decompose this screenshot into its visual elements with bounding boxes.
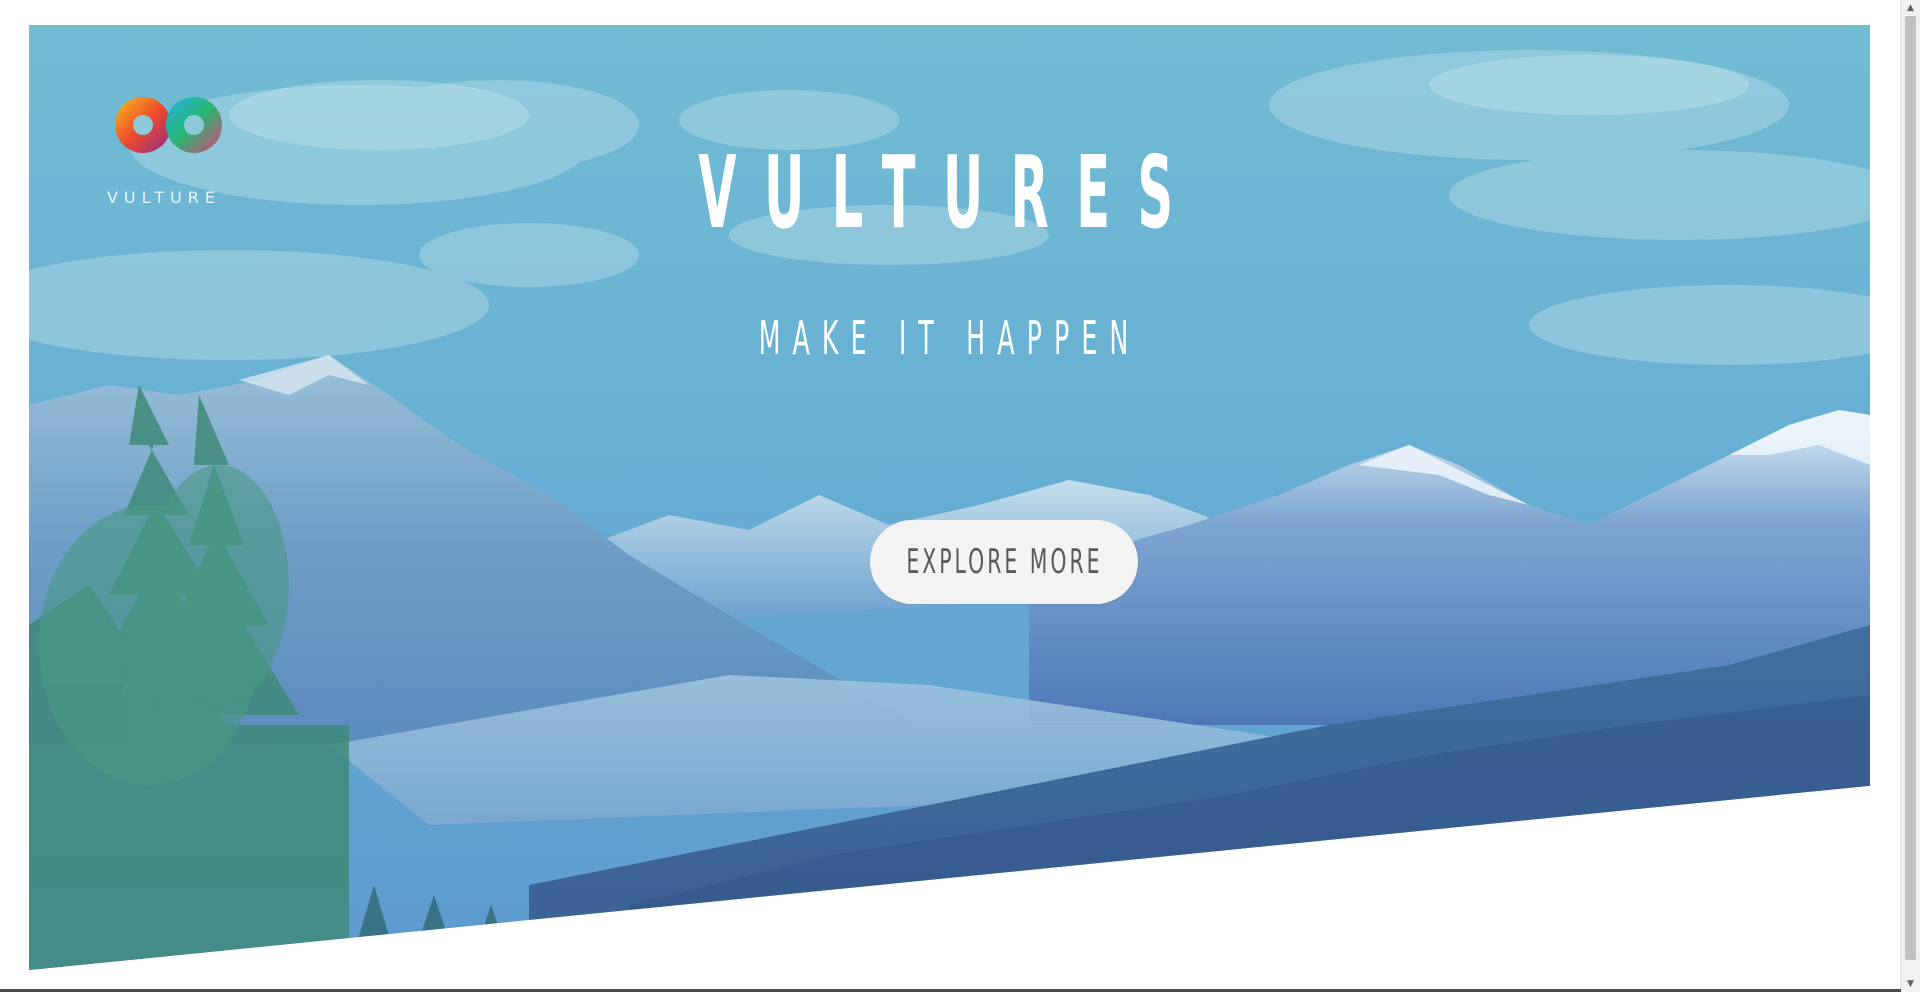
explore-more-label: EXPLORE MORE xyxy=(905,542,1103,582)
chevron-up-icon[interactable]: ▲ xyxy=(1901,0,1920,16)
brand-logo[interactable]: VULTURE xyxy=(99,90,229,210)
infinity-logo-icon xyxy=(115,97,222,153)
chevron-down-icon[interactable]: ▼ xyxy=(1901,976,1920,992)
hero-section: VULTURE VULTURES MAKE IT HAPPEN EXPLORE … xyxy=(29,25,1870,970)
brand-name: VULTURE xyxy=(106,188,222,207)
hero-subtitle: MAKE IT HAPPEN xyxy=(758,311,1141,365)
hero-title: VULTURES xyxy=(698,134,1201,251)
landing-page: VULTURE VULTURES MAKE IT HAPPEN EXPLORE … xyxy=(0,0,1920,992)
page-scrollbar[interactable]: ▲ ▼ xyxy=(1900,0,1920,992)
scrollbar-thumb[interactable] xyxy=(1905,16,1916,960)
explore-more-button[interactable]: EXPLORE MORE xyxy=(870,520,1138,604)
